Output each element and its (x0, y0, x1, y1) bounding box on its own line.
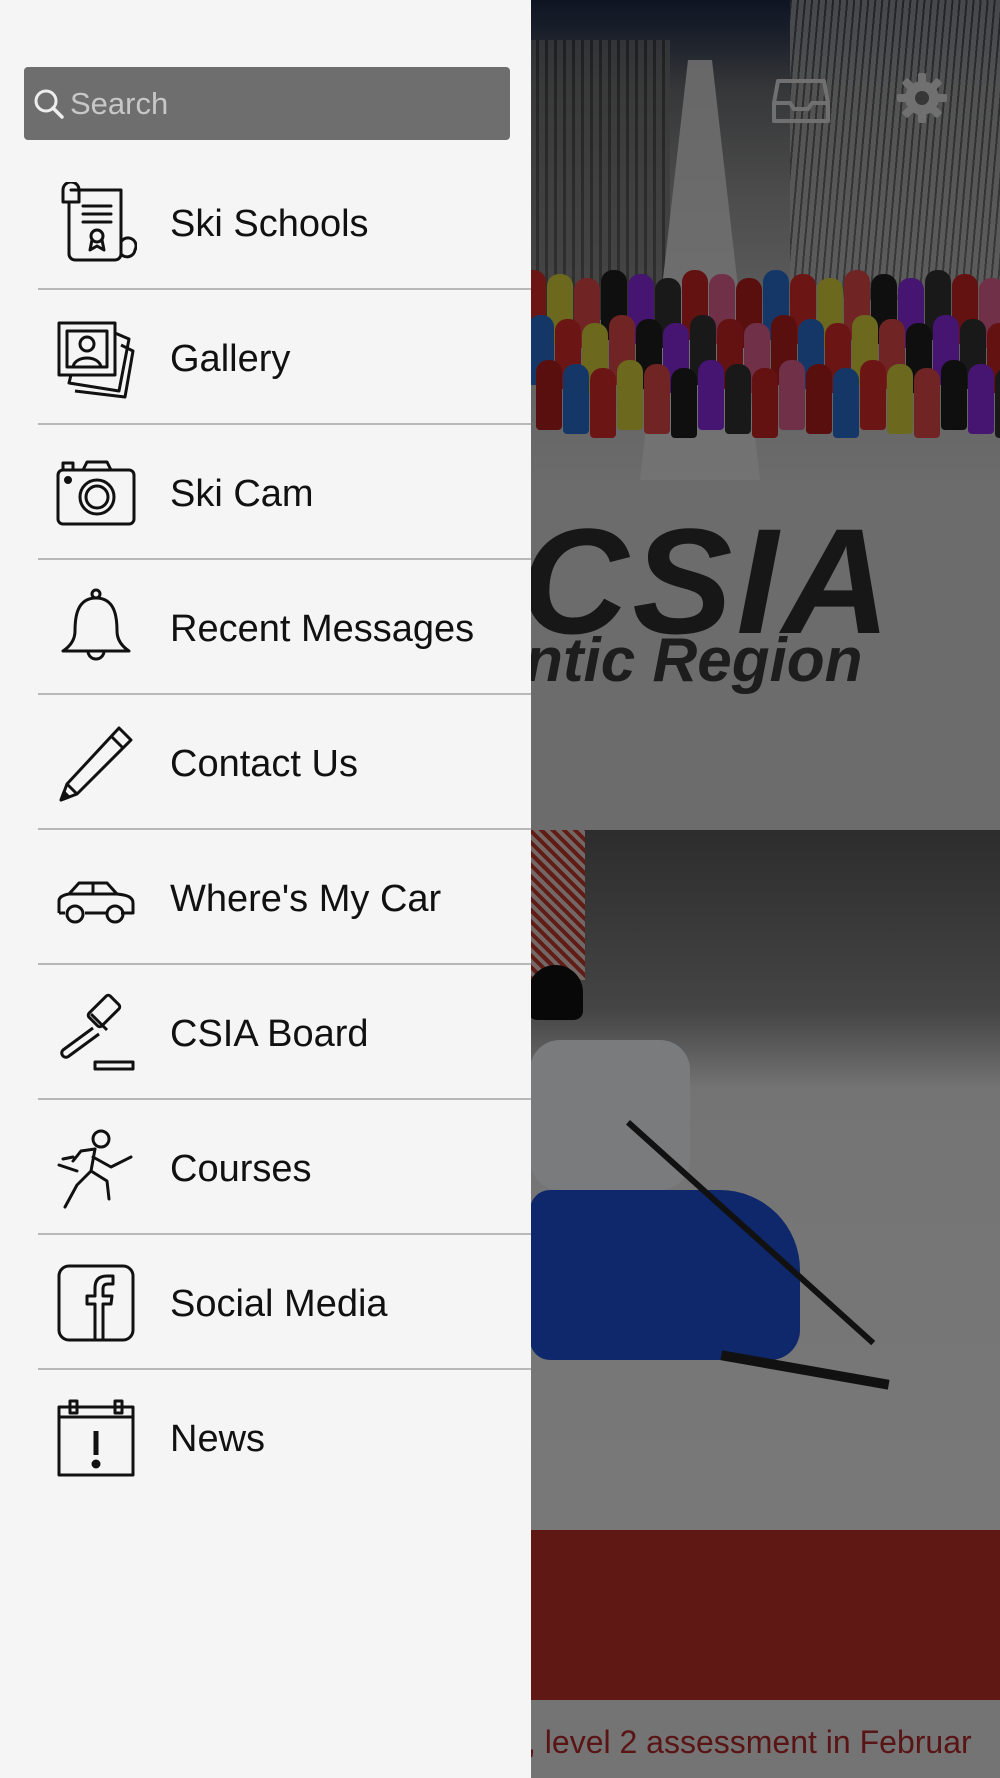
menu-item-social-media[interactable]: Social Media (0, 1235, 531, 1370)
brand-logo-region: ntic Region (525, 626, 863, 695)
crowd-person (887, 364, 913, 434)
menu-item-label: Ski Schools (170, 203, 369, 245)
bell-icon (55, 587, 137, 669)
runner-icon (55, 1127, 137, 1209)
crowd-person (725, 364, 751, 434)
skier-jacket (530, 1040, 690, 1190)
crowd-person (968, 364, 994, 434)
search-icon (32, 87, 66, 121)
menu-item-label: Gallery (170, 338, 291, 380)
menu-item-recent-messages[interactable]: Recent Messages (0, 560, 531, 695)
menu-item-gallery[interactable]: Gallery (0, 290, 531, 425)
crowd-person (590, 368, 616, 438)
news-ticker-text: , level 2 assessment in Februar (527, 1724, 972, 1760)
crowd-person (914, 368, 940, 438)
pencil-icon (55, 722, 137, 804)
skier-helmet (528, 965, 583, 1020)
side-drawer: Ski Schools Gallery (0, 0, 531, 1778)
crowd-person (941, 360, 967, 430)
search-input[interactable] (70, 85, 490, 122)
scroll-certificate-icon (55, 182, 137, 264)
menu-item-label: Recent Messages (170, 608, 475, 650)
menu-item-label: News (170, 1418, 266, 1460)
car-icon (55, 857, 137, 939)
crowd-person (536, 360, 562, 430)
gear-icon[interactable] (896, 72, 948, 124)
crowd-person (995, 368, 1000, 438)
crowd-person (806, 364, 832, 434)
menu-item-contact-us[interactable]: Contact Us (0, 695, 531, 830)
menu-item-label: Social Media (170, 1283, 388, 1325)
menu-item-label: Contact Us (170, 743, 358, 785)
menu-item-label: Ski Cam (170, 473, 314, 515)
menu-item-wheres-my-car[interactable]: Where's My Car (0, 830, 531, 965)
menu-item-csia-board[interactable]: CSIA Board (0, 965, 531, 1100)
drawer-menu: Ski Schools Gallery Ski Cam Recent Messa… (0, 155, 531, 1505)
calendar-alert-icon (55, 1397, 137, 1479)
photo-gallery-icon (55, 317, 137, 399)
crowd-person (644, 364, 670, 434)
menu-item-ski-schools[interactable]: Ski Schools (0, 155, 531, 290)
hero-trees-right (790, 0, 1000, 300)
crowd-person (860, 360, 886, 430)
skier-pants (530, 1190, 800, 1360)
search-bar[interactable] (24, 67, 510, 140)
group-photo-crowd (520, 270, 1000, 470)
menu-item-courses[interactable]: Courses (0, 1100, 531, 1235)
crowd-person (617, 360, 643, 430)
menu-item-ski-cam[interactable]: Ski Cam (0, 425, 531, 560)
crowd-person (779, 360, 805, 430)
crowd-person (671, 368, 697, 438)
crowd-person (752, 368, 778, 438)
menu-item-label: CSIA Board (170, 1013, 369, 1055)
inbox-icon[interactable] (772, 77, 830, 125)
crowd-person (563, 364, 589, 434)
camera-icon (55, 452, 137, 534)
crowd-person (833, 368, 859, 438)
race-net (530, 830, 585, 980)
menu-item-label: Courses (170, 1148, 312, 1190)
gavel-icon (55, 992, 137, 1074)
menu-item-label: Where's My Car (170, 878, 442, 920)
facebook-icon (55, 1262, 137, 1344)
crowd-person (698, 360, 724, 430)
menu-item-news[interactable]: News (0, 1370, 531, 1505)
